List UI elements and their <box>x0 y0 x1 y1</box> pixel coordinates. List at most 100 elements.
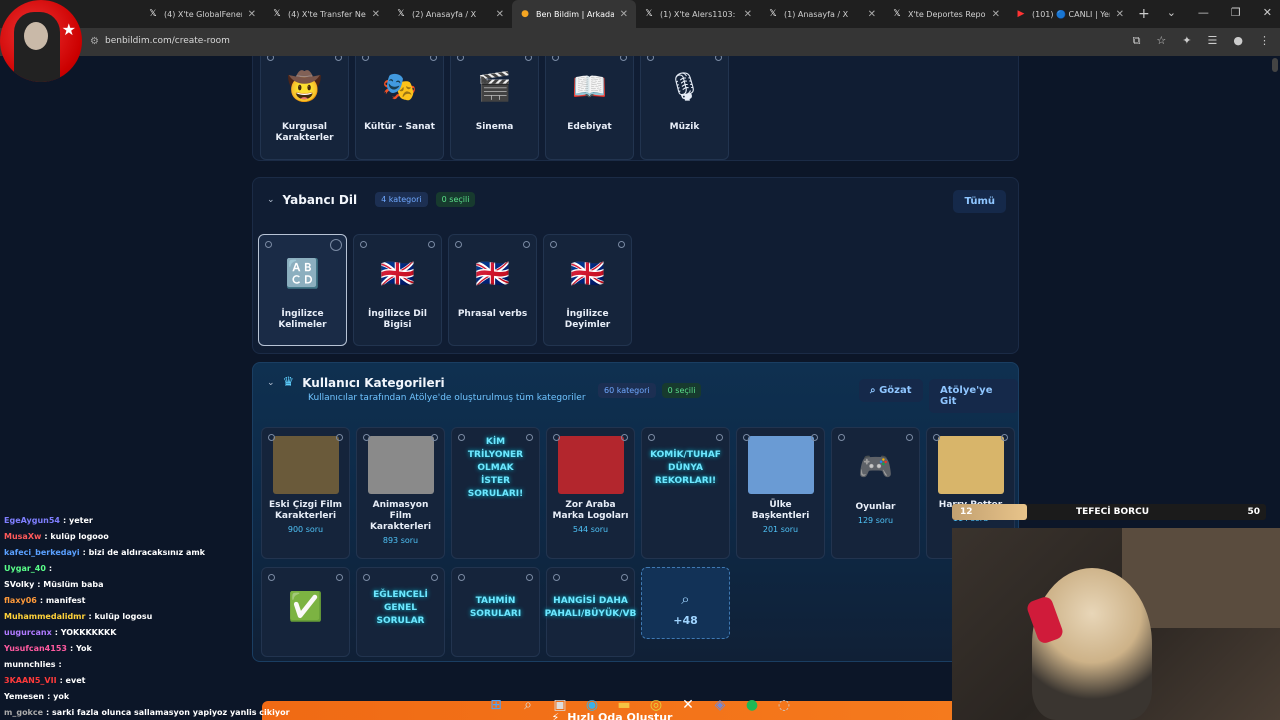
chrome-icon[interactable]: ◎ <box>647 696 665 714</box>
category-card[interactable]: 🎮 Oyunlar 129 soru <box>831 427 920 559</box>
category-card[interactable]: 🔠 İngilizce Kelimeler <box>258 234 347 346</box>
steam-icon[interactable]: ◌ <box>775 696 793 714</box>
close-tab-icon[interactable]: ✕ <box>620 9 628 20</box>
browser-tab[interactable]: ● Ben Bildim | Arkadaşl ✕ <box>512 0 636 28</box>
info-icon[interactable] <box>362 56 369 61</box>
url-input[interactable]: benbildim.com/create-room <box>105 36 230 46</box>
select-checkbox[interactable] <box>620 56 627 61</box>
category-card[interactable]: Zor Araba Marka Logoları 544 soru <box>546 427 635 559</box>
select-checkbox[interactable] <box>621 574 628 581</box>
select-checkbox[interactable] <box>330 239 342 251</box>
close-icon[interactable]: ✕ <box>1263 6 1272 19</box>
select-checkbox[interactable] <box>336 574 343 581</box>
select-checkbox[interactable] <box>431 574 438 581</box>
category-card[interactable]: Animasyon Film Karakterleri 893 soru <box>356 427 445 559</box>
info-icon[interactable] <box>360 241 367 248</box>
chevron-down-icon[interactable]: ⌄ <box>1167 6 1176 19</box>
close-tab-icon[interactable]: ✕ <box>744 9 752 20</box>
chat-username[interactable]: Muhammedalidmr <box>4 612 85 621</box>
select-checkbox[interactable] <box>430 56 437 61</box>
category-card[interactable]: 🤠 Kurgusal Karakterler <box>260 56 349 160</box>
task-view-icon[interactable]: ▣ <box>551 696 569 714</box>
select-checkbox[interactable] <box>523 241 530 248</box>
close-tab-icon[interactable]: ✕ <box>1116 9 1124 20</box>
info-icon[interactable] <box>267 56 274 61</box>
info-icon[interactable] <box>363 434 370 441</box>
info-icon[interactable] <box>933 434 940 441</box>
select-checkbox[interactable] <box>428 241 435 248</box>
section-header[interactable]: ⌄ ♛ Kullanıcı Kategorileri <box>267 375 445 390</box>
close-tab-icon[interactable]: ✕ <box>496 9 504 20</box>
workshop-button[interactable]: Atölye'ye Git <box>929 379 1018 413</box>
info-icon[interactable] <box>552 56 559 61</box>
browser-tab[interactable]: 𝕏 X'te Deportes Report ✕ <box>884 0 1008 28</box>
category-card[interactable]: 🇬🇧 İngilizce Deyimler <box>543 234 632 346</box>
chat-username[interactable]: Yemesen <box>4 692 44 701</box>
chat-username[interactable]: EgeAygun54 <box>4 516 60 525</box>
info-icon[interactable] <box>647 56 654 61</box>
category-card[interactable]: 🇬🇧 İngilizce Dil Bigisi <box>353 234 442 346</box>
select-checkbox[interactable] <box>526 574 533 581</box>
menu-icon[interactable]: ⋮ <box>1259 34 1270 48</box>
info-icon[interactable] <box>363 574 370 581</box>
select-checkbox[interactable] <box>1001 434 1008 441</box>
chat-username[interactable]: Uygar_40 <box>4 564 46 573</box>
category-card[interactable]: KOMİK/TUHAF DÜNYA REKORLARI! <box>641 427 730 559</box>
chat-username[interactable]: munnchlies <box>4 660 56 669</box>
chat-username[interactable]: MusaXw <box>4 532 41 541</box>
close-tab-icon[interactable]: ✕ <box>868 9 876 20</box>
select-all-button[interactable]: Tümü <box>953 190 1006 213</box>
chat-username[interactable]: Yusufcan4153 <box>4 644 67 653</box>
category-card[interactable]: 🎭 Kültür - Sanat <box>355 56 444 160</box>
select-checkbox[interactable] <box>906 434 913 441</box>
restore-icon[interactable]: ❐ <box>1231 6 1241 19</box>
browser-tab[interactable]: 𝕏 (2) Anasayfa / X ✕ <box>388 0 512 28</box>
browser-tab[interactable]: ▶ (101) 🔵 CANLI | Yen ✕ <box>1008 0 1132 28</box>
edge-icon[interactable]: ◉ <box>583 696 601 714</box>
select-checkbox[interactable] <box>621 434 628 441</box>
info-icon[interactable] <box>265 241 272 248</box>
select-checkbox[interactable] <box>336 434 343 441</box>
browser-tab[interactable]: 𝕏 (4) X'te Transfer Net ✕ <box>264 0 388 28</box>
more-categories-button[interactable]: ⌕ +48 <box>641 567 730 639</box>
select-checkbox[interactable] <box>526 434 533 441</box>
section-header[interactable]: ⌄ Yabancı Dil 4 kategori 0 seçili <box>267 192 476 207</box>
chevron-down-icon[interactable]: ⌄ <box>267 195 275 205</box>
chat-username[interactable]: kafeci_berkedayi <box>4 548 80 557</box>
info-icon[interactable] <box>743 434 750 441</box>
select-checkbox[interactable] <box>525 56 532 61</box>
browser-tab[interactable]: 𝕏 (1) Anasayfa / X ✕ <box>760 0 884 28</box>
file-explorer-icon[interactable]: ▬ <box>615 696 633 714</box>
select-checkbox[interactable] <box>618 241 625 248</box>
category-card[interactable]: 🇬🇧 Phrasal verbs <box>448 234 537 346</box>
category-card[interactable]: 📖 Edebiyat <box>545 56 634 160</box>
minimize-icon[interactable]: — <box>1198 6 1209 19</box>
browser-tab[interactable]: 𝕏 (4) X'te GlobalFener ✕ <box>140 0 264 28</box>
info-icon[interactable] <box>455 241 462 248</box>
select-checkbox[interactable] <box>431 434 438 441</box>
category-card[interactable]: EĞLENCELİ GENEL SORULAR <box>356 567 445 657</box>
info-icon[interactable] <box>838 434 845 441</box>
cast-icon[interactable]: ⧉ <box>1133 34 1141 48</box>
category-card[interactable]: 🎬 Sinema <box>450 56 539 160</box>
bookmark-star-icon[interactable]: ☆ <box>1156 34 1166 48</box>
close-tab-icon[interactable]: ✕ <box>992 9 1000 20</box>
chat-username[interactable]: uugurcanx <box>4 628 52 637</box>
site-info-icon[interactable]: ⚙ <box>90 36 99 47</box>
chat-username[interactable]: 3KAAN5_VII <box>4 676 57 685</box>
category-card[interactable]: Ülke Başkentleri 201 soru <box>736 427 825 559</box>
profile-avatar[interactable]: ● <box>1233 34 1243 48</box>
page-scrollbar[interactable] <box>1272 58 1278 72</box>
extensions-icon[interactable]: ✦ <box>1182 34 1191 48</box>
close-tab-icon[interactable]: ✕ <box>248 9 256 20</box>
close-tab-icon[interactable]: ✕ <box>372 9 380 20</box>
media-icon[interactable]: ☰ <box>1208 34 1218 48</box>
browse-button[interactable]: ⌕ Gözat <box>859 379 923 402</box>
category-card[interactable]: 🎙 Müzik <box>640 56 729 160</box>
category-card[interactable]: HANGİSİ DAHA PAHALI/BÜYÜK/VB <box>545 567 636 657</box>
search-icon[interactable]: ⌕ <box>519 696 537 714</box>
spotify-icon[interactable]: ● <box>743 696 761 714</box>
chat-username[interactable]: SVolky <box>4 580 34 589</box>
info-icon[interactable] <box>458 434 465 441</box>
info-icon[interactable] <box>648 434 655 441</box>
